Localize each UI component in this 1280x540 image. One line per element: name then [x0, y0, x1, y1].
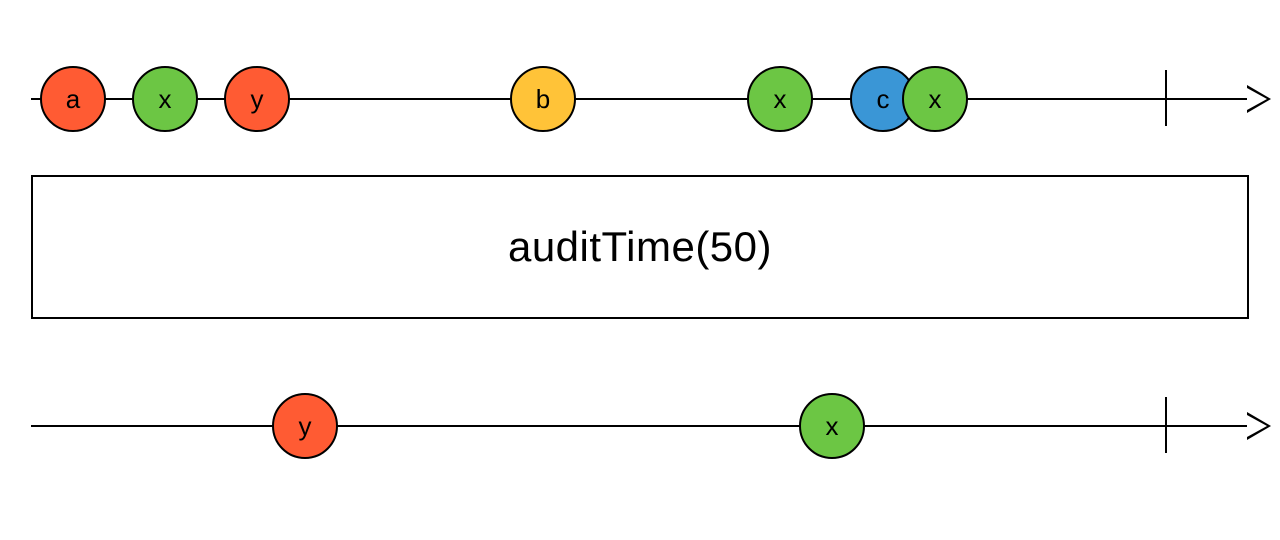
- output-marble: y: [272, 393, 338, 459]
- input-marble: b: [510, 66, 576, 132]
- arrow-icon: [1247, 412, 1271, 440]
- input-marble: a: [40, 66, 106, 132]
- input-marble: y: [224, 66, 290, 132]
- output-timeline: [31, 425, 1249, 427]
- input-marble: x: [902, 66, 968, 132]
- input-complete-tick: [1165, 70, 1167, 126]
- input-marble: x: [747, 66, 813, 132]
- input-marble: x: [132, 66, 198, 132]
- output-complete-tick: [1165, 397, 1167, 453]
- operator-box: auditTime(50): [31, 175, 1249, 319]
- arrow-icon: [1247, 85, 1271, 113]
- output-marble: x: [799, 393, 865, 459]
- input-timeline: [31, 98, 1249, 100]
- marble-diagram: auditTime(50) axybxcxyx: [0, 0, 1280, 540]
- operator-label: auditTime(50): [508, 223, 772, 271]
